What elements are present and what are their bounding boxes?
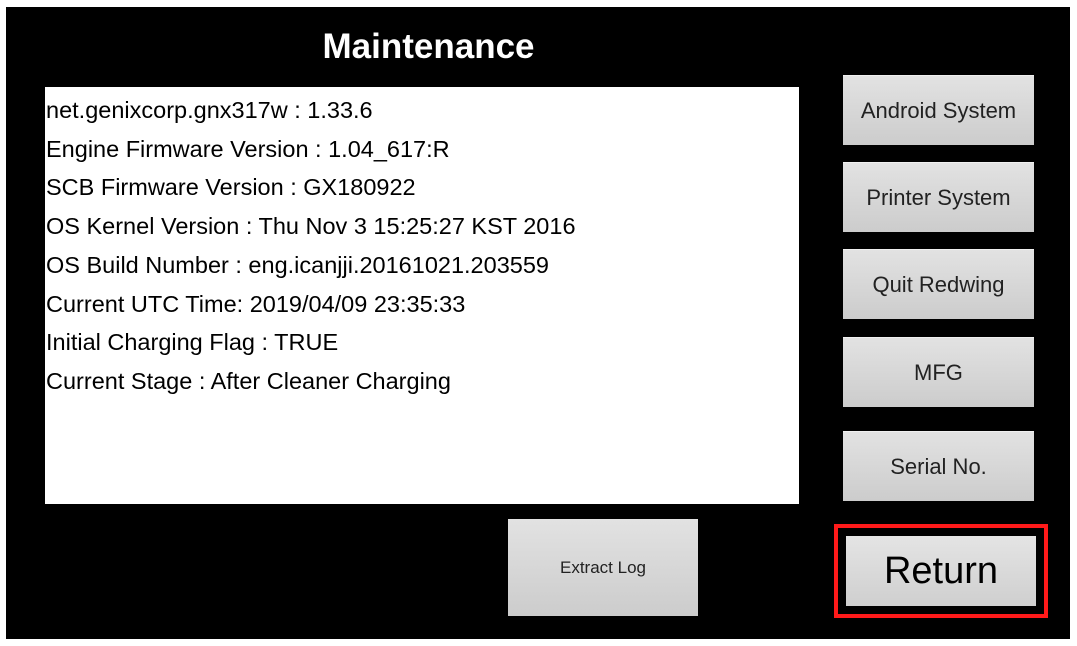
info-line-charging-flag: Initial Charging Flag : TRUE — [46, 329, 339, 356]
info-line-os-kernel: OS Kernel Version : Thu Nov 3 15:25:27 K… — [46, 213, 576, 240]
return-highlight-frame: Return — [834, 524, 1048, 618]
quit-redwing-button[interactable]: Quit Redwing — [843, 249, 1034, 319]
page-title: Maintenance — [322, 27, 535, 66]
return-button[interactable]: Return — [846, 536, 1036, 606]
info-panel: net.genixcorp.gnx317w : 1.33.6 Engine Fi… — [45, 87, 799, 504]
extract-log-button[interactable]: Extract Log — [508, 519, 698, 616]
serial-no-button[interactable]: Serial No. — [843, 431, 1034, 501]
printer-system-button[interactable]: Printer System — [843, 162, 1034, 232]
info-line-package-version: net.genixcorp.gnx317w : 1.33.6 — [46, 97, 373, 123]
info-line-scb-firmware: SCB Firmware Version : GX180922 — [46, 174, 416, 201]
info-line-os-build: OS Build Number : eng.icanjji.20161021.2… — [46, 251, 549, 278]
info-line-engine-firmware: Engine Firmware Version : 1.04_617:R — [46, 135, 450, 162]
info-line-utc-time: Current UTC Time: 2019/04/09 23:35:33 — [46, 290, 466, 317]
maintenance-screen: Maintenance net.genixcorp.gnx317w : 1.33… — [6, 7, 1070, 639]
mfg-button[interactable]: MFG — [843, 337, 1034, 407]
android-system-button[interactable]: Android System — [843, 75, 1034, 145]
info-line-current-stage: Current Stage : After Cleaner Charging — [46, 367, 451, 394]
